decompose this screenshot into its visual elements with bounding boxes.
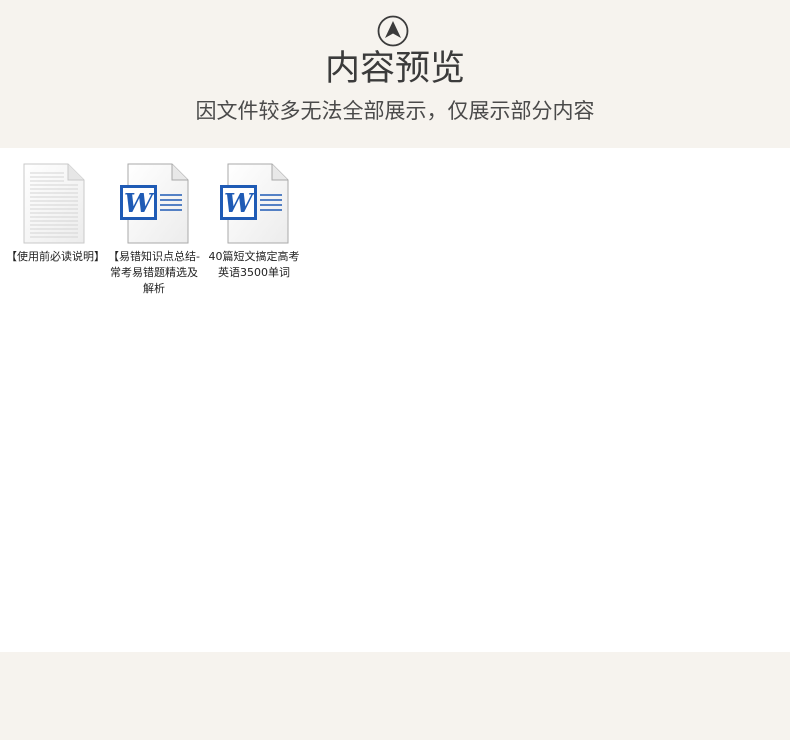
page-title: 内容预览 [324, 49, 465, 89]
file-name: 【使用前必读说明】 [6, 250, 105, 263]
chevron-up-circle-icon[interactable] [377, 15, 409, 47]
file-item[interactable]: W 【易错知识点总结-常考易错题精选及解析 [106, 163, 202, 303]
text-document-icon [23, 163, 85, 244]
file-item[interactable]: W 40篇短文搞定高考英语3500单词 [206, 163, 302, 303]
file-grid: 【使用前必读说明】 W 【易错知识点总结-常考易错题精选及解析 W 40篇短文搞… [0, 148, 790, 652]
word-document-icon: W [220, 163, 289, 244]
footer-band [0, 652, 790, 740]
file-item[interactable]: 【使用前必读说明】 [6, 163, 105, 303]
file-name: 40篇短文搞定高考英语3500单词 [208, 250, 300, 279]
word-document-icon: W [120, 163, 189, 244]
preview-header: 内容预览 因文件较多无法全部展示，仅展示部分内容 [0, 0, 790, 148]
svg-text:W: W [124, 189, 156, 219]
file-name: 【易错知识点总结-常考易错题精选及解析 [108, 250, 200, 295]
page-subtitle: 因文件较多无法全部展示，仅展示部分内容 [195, 99, 595, 123]
svg-text:W: W [224, 189, 256, 219]
